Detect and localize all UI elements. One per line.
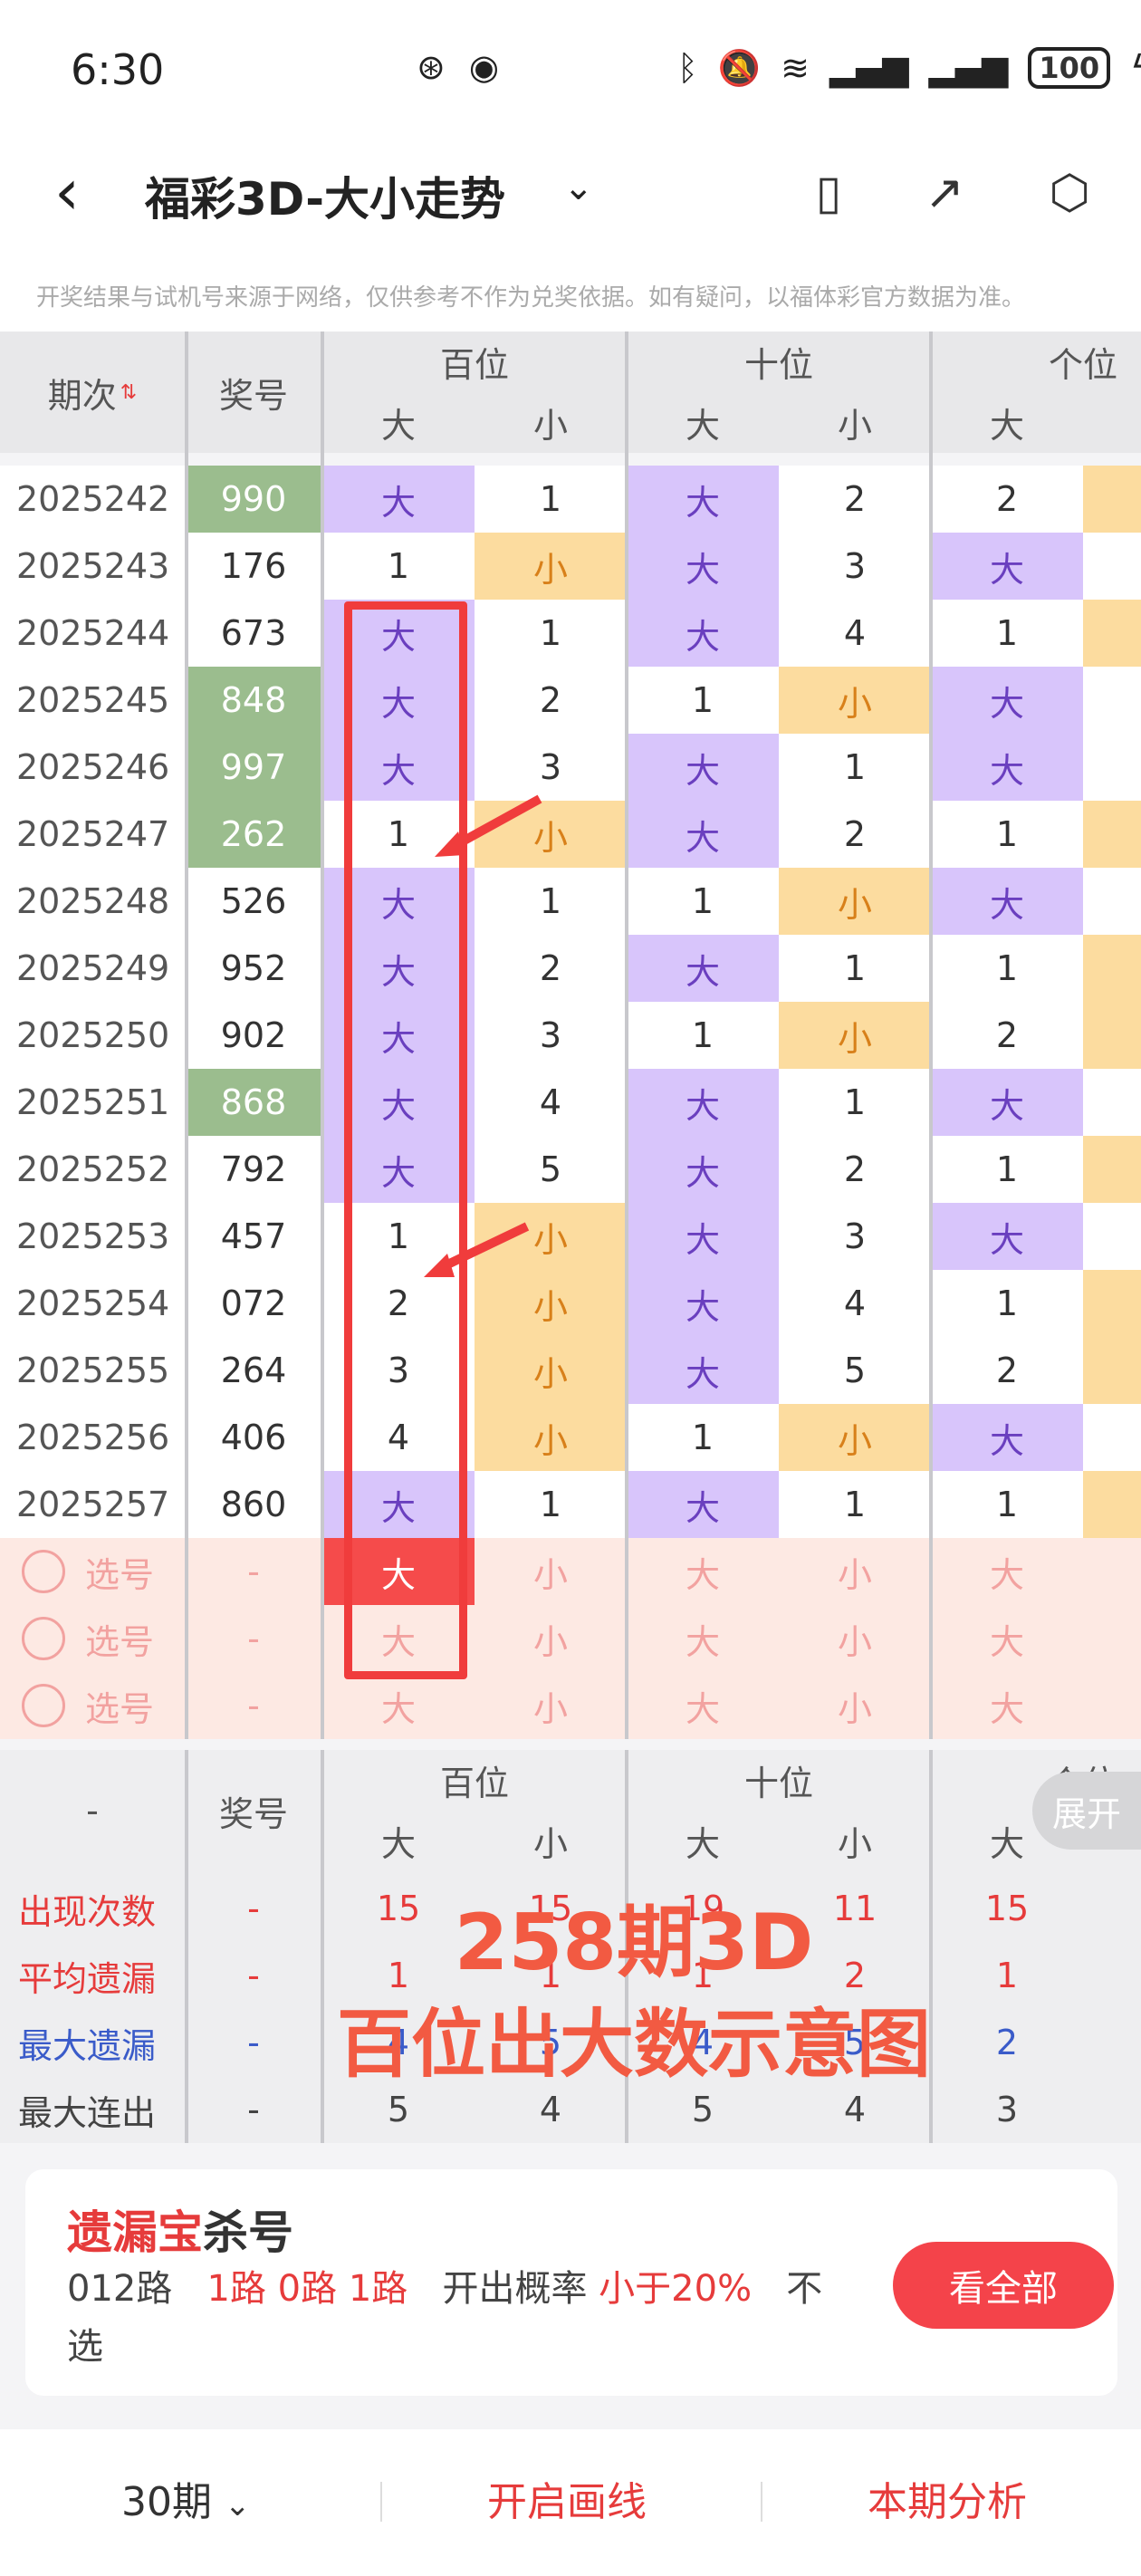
route-values: 1路 0路 1路 bbox=[206, 2268, 408, 2310]
toolbar-divider bbox=[761, 2482, 762, 2522]
probability-label: 开出概率 bbox=[442, 2268, 588, 2310]
stats-header-dash: - bbox=[86, 1791, 99, 1831]
draw-line-button[interactable]: 开启画线 bbox=[487, 2469, 647, 2527]
panel-description: 012路 1路 0路 1路 开出概率 小于20% 不选 bbox=[67, 2260, 855, 2376]
bottom-toolbar: 30期 ⌄ 开启画线 本期分析 bbox=[0, 2429, 1141, 2576]
annotation-line-1: 258期3D bbox=[454, 1898, 814, 1988]
period-selector[interactable]: 30期 ⌄ bbox=[121, 2469, 251, 2527]
stats-row-label: 最大连出 bbox=[18, 2092, 157, 2133]
stats-row-dash: - bbox=[247, 1889, 260, 1928]
view-all-button[interactable]: 看全部 bbox=[893, 2242, 1114, 2329]
stats-sub-header: 小 bbox=[837, 1823, 872, 1864]
route-prefix: 012路 bbox=[67, 2268, 173, 2310]
expand-button[interactable]: 展开 bbox=[1032, 1772, 1141, 1850]
stats-header-number: 奖号 bbox=[218, 1793, 288, 1834]
arrow-head bbox=[435, 831, 465, 857]
stats-value: 15 bbox=[984, 1889, 1030, 1928]
stats-group-header: 百位 bbox=[439, 1763, 509, 1803]
panel-title-suffix: 杀号 bbox=[203, 2206, 293, 2259]
stats-sub-header: 小 bbox=[532, 1823, 568, 1864]
stats-sub-header: 大 bbox=[685, 1823, 720, 1864]
annotation-line-2: 百位出大数示意图 bbox=[336, 2002, 931, 2088]
stats-group-header: 十位 bbox=[743, 1763, 813, 1803]
stats-row-label: 平均遗漏 bbox=[18, 1958, 157, 1999]
arrow-head bbox=[424, 1254, 455, 1277]
probability-value: 小于20% bbox=[599, 2268, 753, 2310]
stats-column-divider bbox=[185, 1750, 188, 2143]
stats-row-label: 最大遗漏 bbox=[18, 2025, 157, 2066]
kill-number-panel: 遗漏宝杀号 012路 1路 0路 1路 开出概率 小于20% 不选 看全部 bbox=[25, 2169, 1117, 2396]
arrow-line bbox=[448, 794, 542, 852]
period-selector-label: 30期 bbox=[121, 2479, 212, 2525]
stats-row-label: 出现次数 bbox=[18, 1891, 157, 1932]
arrow-line bbox=[437, 1222, 530, 1273]
stats-sub-header: 大 bbox=[380, 1823, 416, 1864]
period-analysis-button[interactable]: 本期分析 bbox=[868, 2469, 1027, 2527]
chevron-down-icon: ⌄ bbox=[225, 2487, 251, 2523]
panel-title-brand: 遗漏宝 bbox=[67, 2206, 203, 2259]
toolbar-divider bbox=[380, 2482, 382, 2522]
